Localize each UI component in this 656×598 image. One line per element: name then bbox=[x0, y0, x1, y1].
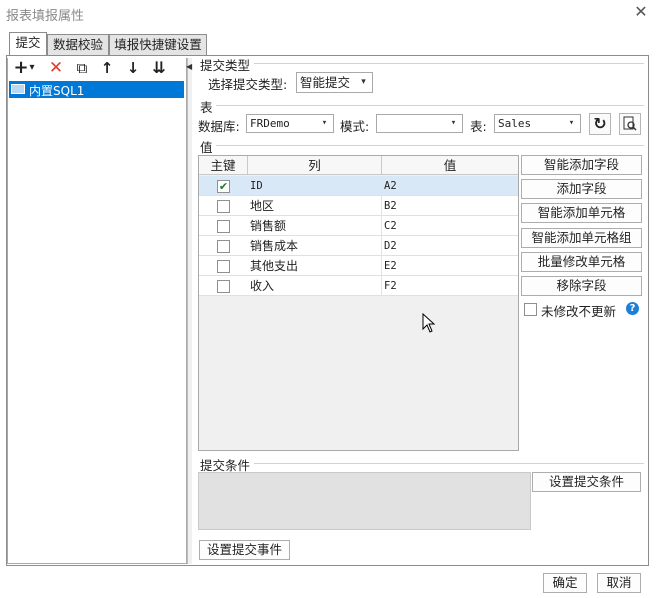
batch-modify-cell-button[interactable]: 批量修改单元格 bbox=[521, 252, 642, 272]
section-divider bbox=[254, 63, 644, 64]
column-cell: 销售成本 bbox=[250, 236, 382, 256]
column-cell: 收入 bbox=[250, 276, 382, 296]
table-icon bbox=[11, 84, 25, 94]
column-cell: 地区 bbox=[250, 196, 382, 216]
table-label: 表: bbox=[470, 119, 487, 134]
primary-key-checkbox[interactable] bbox=[217, 280, 230, 293]
no-update-label: 未修改不更新 bbox=[541, 304, 617, 319]
move-up-icon[interactable]: ↑ bbox=[97, 58, 117, 78]
add-dropdown-icon[interactable]: ▾ bbox=[26, 58, 38, 78]
value-cell: A2 bbox=[384, 180, 397, 192]
values-section-label: 值 bbox=[200, 140, 213, 155]
column-header-value[interactable]: 值 bbox=[382, 156, 518, 175]
value-cell: F2 bbox=[384, 280, 397, 292]
tab-fill-shortcut[interactable]: 填报快捷键设置 bbox=[109, 34, 207, 55]
value-cell: D2 bbox=[384, 240, 397, 252]
column-header-key[interactable]: 主键 bbox=[199, 156, 248, 175]
no-update-checkbox[interactable] bbox=[524, 303, 537, 316]
primary-key-checkbox[interactable]: ✔ bbox=[217, 180, 230, 193]
move-down-icon[interactable]: ↓ bbox=[123, 58, 143, 78]
smart-add-field-button[interactable]: 智能添加字段 bbox=[521, 155, 642, 175]
value-cell: E2 bbox=[384, 260, 397, 272]
mode-select[interactable]: ▾ bbox=[376, 114, 463, 133]
chevron-down-icon: ▾ bbox=[562, 115, 580, 132]
cancel-button[interactable]: 取消 bbox=[597, 573, 641, 593]
tree-item-label: 内置SQL1 bbox=[29, 84, 85, 98]
section-divider bbox=[254, 463, 644, 464]
close-icon[interactable]: ✕ bbox=[633, 3, 649, 21]
primary-key-checkbox[interactable] bbox=[217, 260, 230, 273]
column-header-column[interactable]: 列 bbox=[248, 156, 382, 175]
help-icon[interactable]: ? bbox=[626, 302, 639, 315]
database-label: 数据库: bbox=[198, 119, 240, 134]
table-select[interactable]: Sales ▾ bbox=[494, 114, 581, 133]
smart-add-cell-button[interactable]: 智能添加单元格 bbox=[521, 203, 642, 223]
submit-condition-display bbox=[198, 472, 531, 530]
primary-key-checkbox[interactable] bbox=[217, 200, 230, 213]
database-value: FRDemo bbox=[250, 117, 290, 130]
submit-type-section-label: 提交类型 bbox=[200, 58, 251, 73]
sql-list-panel bbox=[7, 58, 187, 564]
chevron-down-icon: ▾ bbox=[354, 73, 372, 92]
copy-icon[interactable]: ⧉ bbox=[72, 58, 92, 78]
sort-icon[interactable]: ⇊ bbox=[149, 58, 169, 78]
submit-type-value: 智能提交 bbox=[300, 75, 351, 90]
set-submit-event-button[interactable]: 设置提交事件 bbox=[199, 540, 290, 560]
value-cell: B2 bbox=[384, 200, 397, 212]
primary-key-checkbox[interactable] bbox=[217, 220, 230, 233]
submit-type-label: 选择提交类型: bbox=[208, 77, 288, 92]
collapse-left-icon[interactable]: ◀ bbox=[186, 62, 192, 71]
primary-key-checkbox[interactable] bbox=[217, 240, 230, 253]
column-cell: 销售额 bbox=[250, 216, 382, 236]
splitter[interactable] bbox=[187, 58, 192, 564]
preview-icon[interactable] bbox=[619, 113, 641, 135]
smart-add-cell-group-button[interactable]: 智能添加单元格组 bbox=[521, 228, 642, 248]
table-section-label: 表 bbox=[200, 100, 213, 115]
value-cell: C2 bbox=[384, 220, 397, 232]
window-title: 报表填报属性 bbox=[6, 9, 85, 24]
section-divider bbox=[216, 145, 644, 146]
table-value: Sales bbox=[498, 117, 532, 130]
title-bar bbox=[0, 0, 656, 26]
mode-label: 模式: bbox=[340, 119, 370, 134]
chevron-down-icon: ▾ bbox=[444, 115, 462, 132]
column-cell: ID bbox=[250, 176, 382, 196]
column-cell: 其他支出 bbox=[250, 256, 382, 276]
tab-data-validation[interactable]: 数据校验 bbox=[47, 34, 109, 55]
delete-icon[interactable]: ✕ bbox=[46, 58, 66, 78]
tab-submit[interactable]: 提交 bbox=[9, 32, 47, 55]
database-select[interactable]: FRDemo ▾ bbox=[246, 114, 334, 133]
remove-field-button[interactable]: 移除字段 bbox=[521, 276, 642, 296]
mouse-cursor-icon bbox=[422, 313, 436, 333]
ok-button[interactable]: 确定 bbox=[543, 573, 587, 593]
submit-type-select[interactable]: 智能提交 ▾ bbox=[296, 72, 373, 93]
add-field-button[interactable]: 添加字段 bbox=[521, 179, 642, 199]
chevron-down-icon: ▾ bbox=[315, 115, 333, 132]
set-submit-condition-button[interactable]: 设置提交条件 bbox=[532, 472, 641, 492]
section-divider bbox=[216, 105, 644, 106]
refresh-icon[interactable]: ↻ bbox=[589, 113, 611, 135]
